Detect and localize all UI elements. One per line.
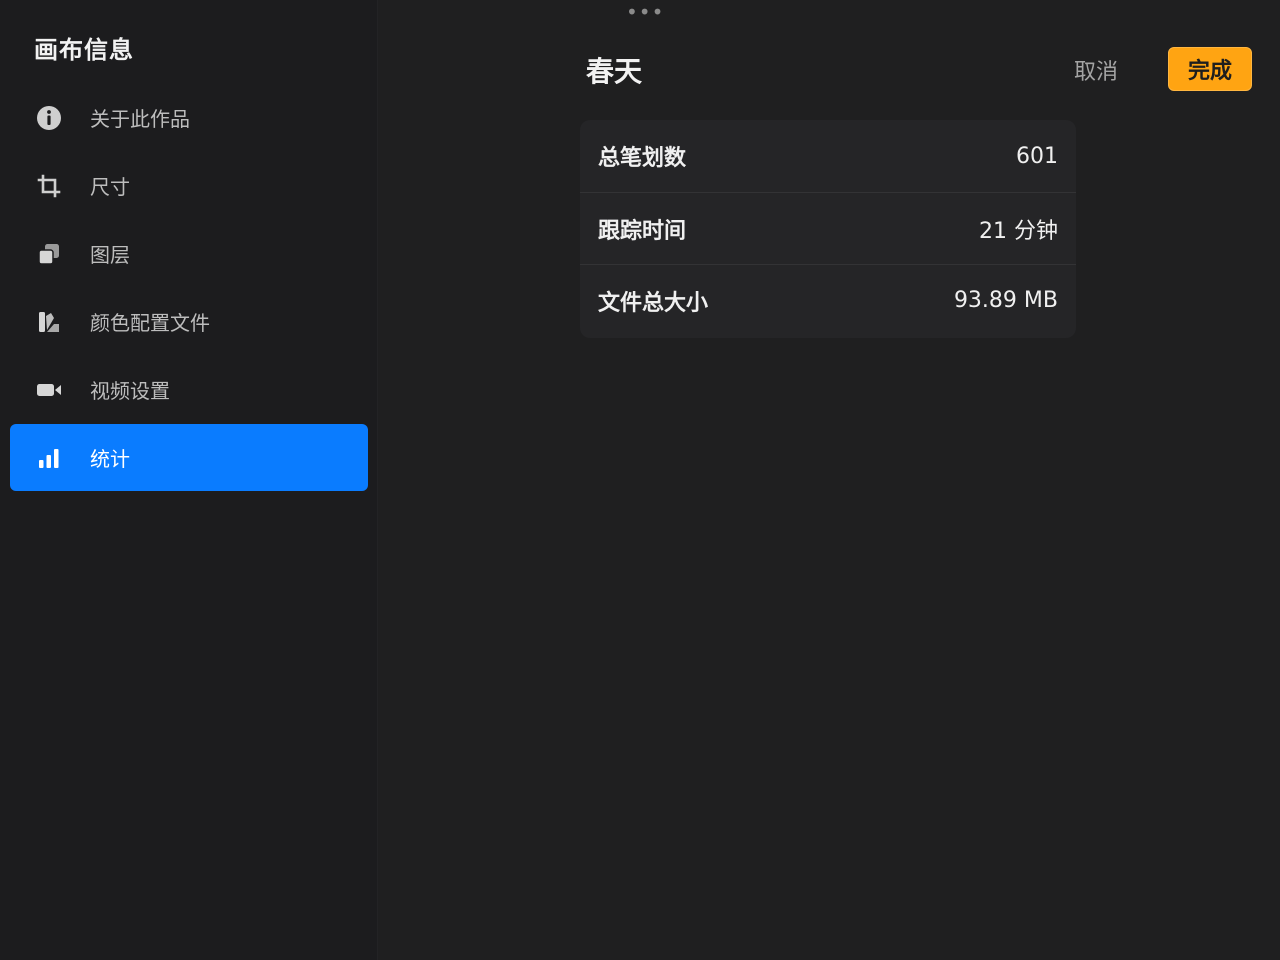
stat-value: 601 <box>1016 143 1058 169</box>
sidebar: 画布信息 关于此作品 尺寸 图层 颜色配置文件 视频设置 统计 <box>0 0 378 960</box>
sidebar-item-statistics[interactable]: 统计 <box>10 424 368 491</box>
stat-row-file-size: 文件总大小 93.89 MB <box>580 264 1076 336</box>
sidebar-item-label: 颜色配置文件 <box>90 311 210 335</box>
stat-row-total-strokes: 总笔划数 601 <box>580 120 1076 192</box>
info-icon <box>34 103 64 133</box>
sidebar-item-label: 尺寸 <box>90 175 130 199</box>
sidebar-item-video-settings[interactable]: 视频设置 <box>10 356 368 423</box>
cancel-button[interactable]: 取消 <box>1074 54 1118 86</box>
sidebar-item-label: 关于此作品 <box>90 107 190 131</box>
done-button[interactable]: 完成 <box>1168 47 1252 91</box>
stat-label: 文件总大小 <box>598 290 709 316</box>
stat-value: 21 分钟 <box>979 218 1058 244</box>
stat-row-tracked-time: 跟踪时间 21 分钟 <box>580 192 1076 264</box>
color-profile-icon <box>34 307 64 337</box>
sidebar-item-label: 视频设置 <box>90 379 170 403</box>
stat-label: 总笔划数 <box>598 146 687 171</box>
video-camera-icon <box>34 375 64 405</box>
layers-icon <box>34 239 64 269</box>
crop-icon <box>34 171 64 201</box>
sidebar-item-label: 图层 <box>90 243 130 267</box>
sidebar-item-layers[interactable]: 图层 <box>10 220 368 287</box>
more-options-grabber[interactable]: ••• <box>626 2 664 22</box>
sidebar-nav: 关于此作品 尺寸 图层 颜色配置文件 视频设置 统计 <box>10 84 368 492</box>
page-title: 春天 <box>586 55 643 88</box>
sidebar-item-size[interactable]: 尺寸 <box>10 152 368 219</box>
stat-value: 93.89 MB <box>953 288 1058 313</box>
sidebar-item-about[interactable]: 关于此作品 <box>10 84 368 151</box>
canvas-info-screen: 画布信息 关于此作品 尺寸 图层 颜色配置文件 视频设置 统计 ••• 春天 取… <box>0 0 1280 960</box>
statistics-card: 总笔划数 601 跟踪时间 21 分钟 文件总大小 93.89 MB <box>580 120 1076 338</box>
main-panel: ••• 春天 取消 完成 总笔划数 601 跟踪时间 21 分钟 文件总大小 9… <box>378 0 1280 960</box>
bar-chart-icon <box>34 443 64 473</box>
sidebar-item-color-profile[interactable]: 颜色配置文件 <box>10 288 368 355</box>
sidebar-item-label: 统计 <box>90 447 130 471</box>
stat-label: 跟踪时间 <box>598 218 687 244</box>
sidebar-title: 画布信息 <box>34 36 134 64</box>
